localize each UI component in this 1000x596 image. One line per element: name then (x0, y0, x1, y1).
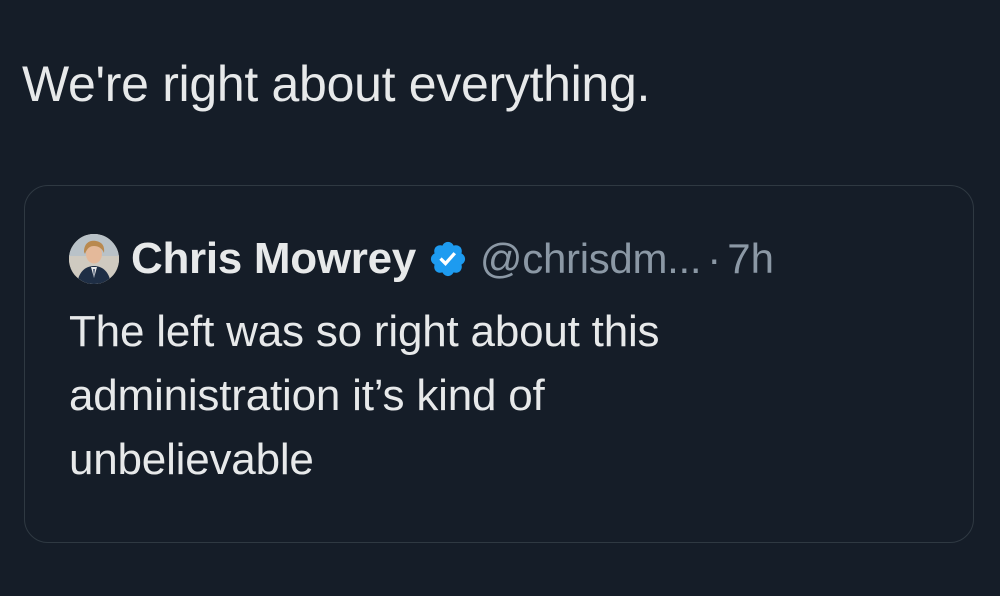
quoted-tweet-body: The left was so right about this adminis… (69, 300, 949, 492)
author-name[interactable]: Chris Mowrey (131, 234, 416, 284)
quoted-tweet-header: Chris Mowrey @chrisdm... · 7h (69, 234, 774, 284)
tweet-timestamp[interactable]: 7h (727, 235, 774, 283)
avatar[interactable] (69, 234, 119, 284)
quoted-tweet-line: administration it’s kind of (69, 371, 545, 420)
separator-dot: · (707, 235, 722, 282)
quoted-tweet-line: unbelievable (69, 435, 314, 484)
quoted-tweet-line: The left was so right about this (69, 307, 660, 356)
author-handle[interactable]: @chrisdm... (480, 235, 702, 283)
verified-badge-icon (428, 239, 468, 279)
tweet-text: We're right about everything. (22, 56, 651, 112)
quoted-tweet-card[interactable]: Chris Mowrey @chrisdm... · 7h The left w… (24, 185, 974, 543)
